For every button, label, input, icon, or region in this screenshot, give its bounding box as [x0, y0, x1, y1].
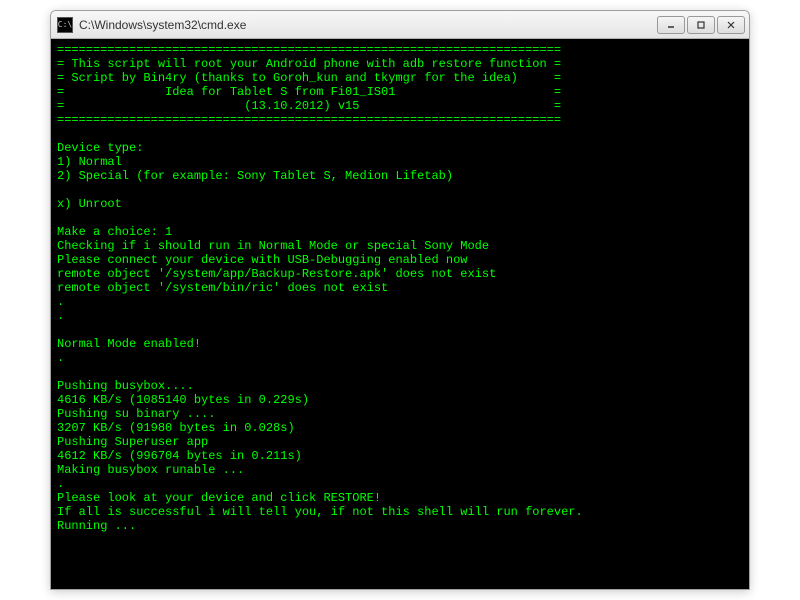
- terminal-line: x) Unroot: [57, 197, 743, 211]
- terminal-line: Please connect your device with USB-Debu…: [57, 253, 743, 267]
- terminal-line: Pushing Superuser app: [57, 435, 743, 449]
- terminal-line: 3207 KB/s (91980 bytes in 0.028s): [57, 421, 743, 435]
- terminal-line: .: [57, 295, 743, 309]
- window-title: C:\Windows\system32\cmd.exe: [79, 18, 657, 32]
- terminal-line: = (13.10.2012) v15 =: [57, 99, 743, 113]
- terminal-line: [57, 183, 743, 197]
- terminal-line: remote object '/system/bin/ric' does not…: [57, 281, 743, 295]
- terminal-line: Device type:: [57, 141, 743, 155]
- terminal-line: Make a choice: 1: [57, 225, 743, 239]
- terminal-line: = Idea for Tablet S from Fi01_IS01 =: [57, 85, 743, 99]
- terminal-line: ========================================…: [57, 43, 743, 57]
- terminal-line: If all is successful i will tell you, if…: [57, 505, 743, 519]
- terminal-line: [57, 323, 743, 337]
- terminal-line: ========================================…: [57, 113, 743, 127]
- titlebar[interactable]: C:\ C:\Windows\system32\cmd.exe: [51, 11, 749, 39]
- window-controls: [657, 16, 745, 34]
- terminal-line: Please look at your device and click RES…: [57, 491, 743, 505]
- terminal-line: [57, 365, 743, 379]
- terminal-line: Pushing su binary ....: [57, 407, 743, 421]
- terminal-line: .: [57, 351, 743, 365]
- minimize-icon: [666, 20, 676, 30]
- terminal-line: [57, 211, 743, 225]
- terminal-line: [57, 127, 743, 141]
- terminal-line: Pushing busybox....: [57, 379, 743, 393]
- maximize-button[interactable]: [687, 16, 715, 34]
- terminal-line: 1) Normal: [57, 155, 743, 169]
- terminal-line: .: [57, 309, 743, 323]
- close-icon: [726, 20, 736, 30]
- terminal-line: .: [57, 477, 743, 491]
- terminal-line: remote object '/system/app/Backup-Restor…: [57, 267, 743, 281]
- cmd-icon: C:\: [57, 17, 73, 33]
- terminal-line: Making busybox runable ...: [57, 463, 743, 477]
- terminal-line: 4616 KB/s (1085140 bytes in 0.229s): [57, 393, 743, 407]
- close-button[interactable]: [717, 16, 745, 34]
- terminal-line: Running ...: [57, 519, 743, 533]
- terminal-line: 4612 KB/s (996704 bytes in 0.211s): [57, 449, 743, 463]
- cmd-window: C:\ C:\Windows\system32\cmd.exe ========…: [50, 10, 750, 590]
- terminal-line: Checking if i should run in Normal Mode …: [57, 239, 743, 253]
- maximize-icon: [696, 20, 706, 30]
- minimize-button[interactable]: [657, 16, 685, 34]
- terminal-line: = Script by Bin4ry (thanks to Goroh_kun …: [57, 71, 743, 85]
- terminal-line: = This script will root your Android pho…: [57, 57, 743, 71]
- terminal-output[interactable]: ========================================…: [51, 39, 749, 589]
- terminal-line: Normal Mode enabled!: [57, 337, 743, 351]
- terminal-line: 2) Special (for example: Sony Tablet S, …: [57, 169, 743, 183]
